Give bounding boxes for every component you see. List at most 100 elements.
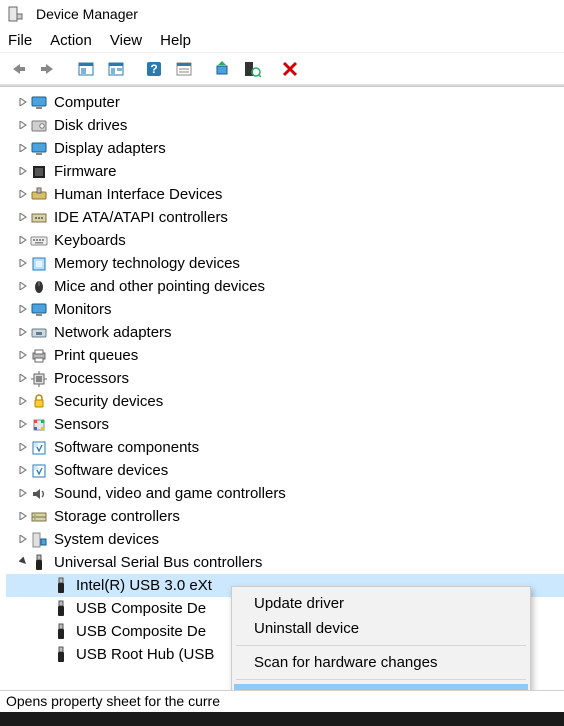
chevron-icon[interactable] [16, 466, 30, 474]
uninstall-device-button[interactable] [276, 56, 304, 82]
mouse-icon [30, 278, 48, 296]
menu-file[interactable]: File [8, 32, 32, 49]
tree-label: Print queues [54, 345, 138, 367]
net-icon [30, 324, 48, 342]
tree-label: IDE ATA/ATAPI controllers [54, 207, 228, 229]
tree-row[interactable]: Memory technology devices [6, 252, 564, 275]
tree-row[interactable]: Display adapters [6, 137, 564, 160]
menu-view[interactable]: View [110, 32, 142, 49]
chevron-icon[interactable] [16, 374, 30, 382]
usb-icon [30, 554, 48, 572]
ctx-scan-hardware[interactable]: Scan for hardware changes [234, 650, 528, 675]
window-title: Device Manager [36, 6, 138, 22]
properties-button[interactable] [170, 56, 198, 82]
chevron-icon[interactable] [16, 121, 30, 129]
chevron-icon[interactable] [16, 420, 30, 428]
usb-icon [52, 577, 70, 595]
chevron-icon[interactable] [16, 351, 30, 359]
tree-row[interactable]: Mice and other pointing devices [6, 275, 564, 298]
update-driver-button[interactable] [208, 56, 236, 82]
tree-row[interactable]: Print queues [6, 344, 564, 367]
chevron-icon[interactable] [16, 397, 30, 405]
tree-label: Mice and other pointing devices [54, 276, 265, 298]
titlebar: Device Manager [0, 0, 564, 28]
tree-row[interactable]: Disk drives [6, 114, 564, 137]
chevron-icon[interactable] [16, 512, 30, 520]
tree-label: Firmware [54, 161, 117, 183]
tree-row[interactable]: Universal Serial Bus controllers [6, 551, 564, 574]
menubar: File Action View Help [0, 28, 564, 52]
chevron-icon[interactable] [16, 328, 30, 336]
storage-icon [30, 508, 48, 526]
tree-label: Network adapters [54, 322, 172, 344]
chevron-icon[interactable] [16, 282, 30, 290]
tree-label: Keyboards [54, 230, 126, 252]
chevron-icon[interactable] [16, 213, 30, 221]
tree-row[interactable]: Security devices [6, 390, 564, 413]
monitor-icon [30, 94, 48, 112]
monitor-icon [30, 140, 48, 158]
back-button[interactable] [4, 56, 32, 82]
chevron-icon[interactable] [16, 443, 30, 451]
tree-row[interactable]: Human Interface Devices [6, 183, 564, 206]
menu-help[interactable]: Help [160, 32, 191, 49]
usb-icon [52, 623, 70, 641]
chevron-icon[interactable] [16, 190, 30, 198]
tree-label: Universal Serial Bus controllers [54, 552, 262, 574]
device-tree[interactable]: ComputerDisk drivesDisplay adaptersFirmw… [0, 89, 564, 666]
tree-row[interactable]: Sound, video and game controllers [6, 482, 564, 505]
tree-row[interactable]: Software components [6, 436, 564, 459]
toolbar: ? [0, 52, 564, 84]
tree-label: Software components [54, 437, 199, 459]
chevron-icon[interactable] [16, 236, 30, 244]
ctx-uninstall-device[interactable]: Uninstall device [234, 616, 528, 641]
tree-row[interactable]: Software devices [6, 459, 564, 482]
tree-row[interactable]: Network adapters [6, 321, 564, 344]
usb-icon [52, 600, 70, 618]
chevron-icon[interactable] [16, 557, 30, 566]
export-list-button[interactable] [102, 56, 130, 82]
tree-row[interactable]: Sensors [6, 413, 564, 436]
tree-row[interactable]: Processors [6, 367, 564, 390]
tree-row[interactable]: Storage controllers [6, 505, 564, 528]
forward-button[interactable] [34, 56, 62, 82]
chevron-icon[interactable] [16, 167, 30, 175]
help-button[interactable]: ? [140, 56, 168, 82]
tree-row[interactable]: Keyboards [6, 229, 564, 252]
tree-label: USB Root Hub (USB [76, 644, 214, 666]
sensors-icon [30, 416, 48, 434]
cpu-icon [30, 370, 48, 388]
tree-label: Storage controllers [54, 506, 180, 528]
tree-label: Computer [54, 92, 120, 114]
menu-action[interactable]: Action [50, 32, 92, 49]
security-icon [30, 393, 48, 411]
tree-label: System devices [54, 529, 159, 551]
tree-row[interactable]: Firmware [6, 160, 564, 183]
sw-icon [30, 439, 48, 457]
tree-row[interactable]: Computer [6, 91, 564, 114]
monitor-icon [30, 301, 48, 319]
system-icon [30, 531, 48, 549]
tree-label: Sound, video and game controllers [54, 483, 286, 505]
printer-icon [30, 347, 48, 365]
chip-icon [30, 255, 48, 273]
chevron-icon[interactable] [16, 305, 30, 313]
tree-label: USB Composite De [76, 621, 206, 643]
tree-row[interactable]: System devices [6, 528, 564, 551]
tree-label: Security devices [54, 391, 163, 413]
tree-row[interactable]: IDE ATA/ATAPI controllers [6, 206, 564, 229]
showhide-console-button[interactable] [72, 56, 100, 82]
chip-dark-icon [30, 163, 48, 181]
ctx-update-driver[interactable]: Update driver [234, 591, 528, 616]
tree-label: Monitors [54, 299, 112, 321]
chevron-icon[interactable] [16, 489, 30, 497]
chevron-icon[interactable] [16, 535, 30, 543]
tree-row[interactable]: Monitors [6, 298, 564, 321]
scan-hardware-button[interactable] [238, 56, 266, 82]
sound-icon [30, 485, 48, 503]
ide-icon [30, 209, 48, 227]
chevron-icon[interactable] [16, 144, 30, 152]
chevron-icon[interactable] [16, 259, 30, 267]
sw-icon [30, 462, 48, 480]
chevron-icon[interactable] [16, 98, 30, 106]
